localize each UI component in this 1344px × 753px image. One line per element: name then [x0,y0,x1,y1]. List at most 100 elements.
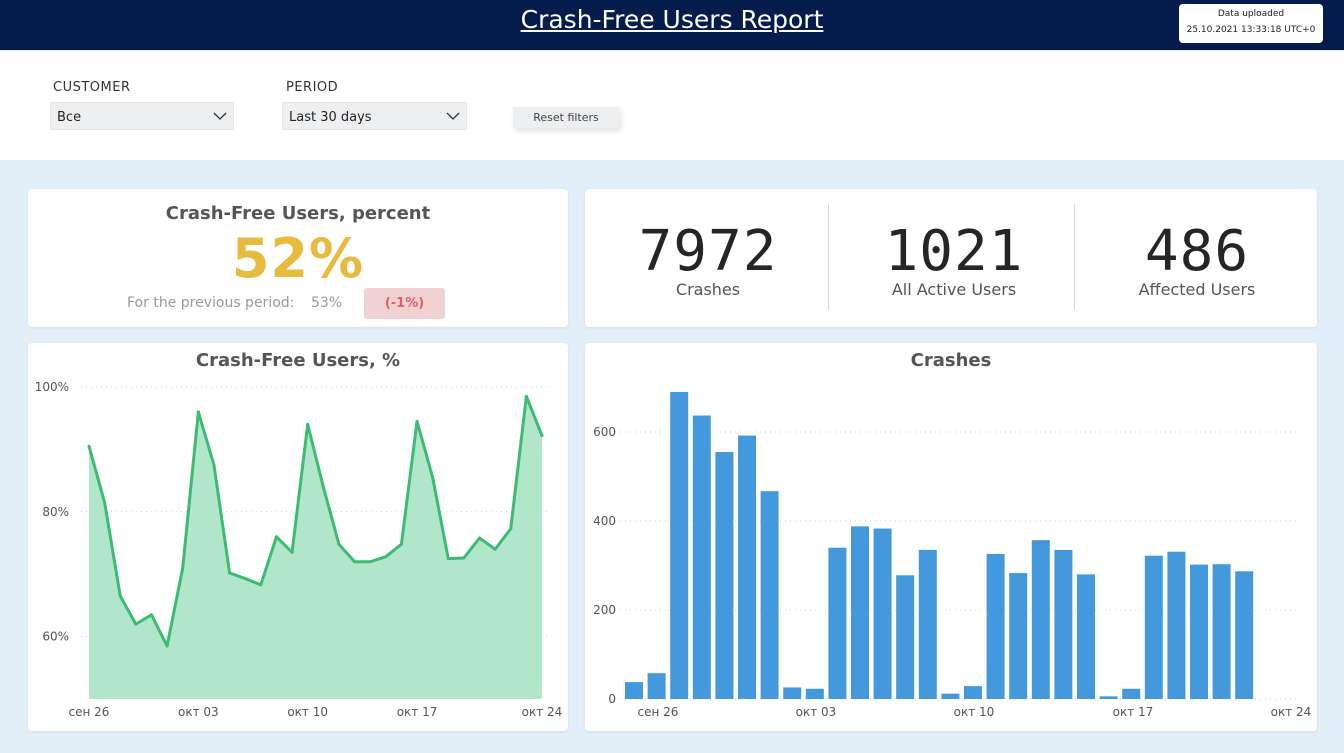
x-tick-label: окт 03 [178,705,219,719]
data-point [540,434,544,438]
bar [1212,564,1231,699]
bar [1235,571,1254,699]
chevron-down-icon [213,112,227,120]
kpi-active-users: 1021 All Active Users [843,219,1065,299]
kpi-label: Crashes [675,280,741,299]
bar [760,491,779,699]
bar [1144,555,1163,699]
divider [1074,204,1075,310]
data-point [462,556,466,560]
x-tick-label: сен 26 [638,705,679,719]
upload-time: 25.10.2021 13:33:18 UTC+0 [1186,25,1316,35]
crash-free-summary-card: Crash-Free Users, percent 52% For the pr… [28,189,568,327]
bar [918,549,937,699]
data-point [290,550,294,554]
y-tick-label: 100% [35,380,69,394]
header-bar: Crash-Free Users Report Data uploaded 25… [0,0,1344,50]
data-point [524,394,528,398]
data-point [103,500,107,504]
bar [1099,696,1118,699]
x-tick-label: сен 26 [69,705,110,719]
data-point [415,419,419,423]
kpi-value: 1021 [884,219,1024,284]
y-tick-label: 60% [42,630,69,644]
data-point [118,594,122,598]
crash-free-percent: 52% [231,227,365,290]
upload-label: Data uploaded [1217,9,1285,19]
data-point [306,422,310,426]
kpi-affected-users: 486 Affected Users [1087,219,1307,299]
bar [783,687,802,699]
data-point [446,557,450,561]
x-tick-label: окт 17 [1113,705,1154,719]
data-point [431,475,435,479]
x-tick-label: окт 24 [522,705,563,719]
bar [1031,540,1050,699]
customer-value: Все [57,110,82,125]
kpi-crashes: 7972 Crashes [598,219,818,299]
bar [1077,574,1095,699]
bar [1167,551,1186,699]
x-tick-label: окт 10 [287,705,328,719]
y-tick-label: 0 [608,692,616,706]
kpi-value: 486 [1144,219,1250,284]
data-point [493,547,497,551]
data-point [321,485,325,489]
period-select[interactable]: Last 30 days [282,102,467,130]
report-title[interactable]: Crash-Free Users Report [0,5,1344,34]
data-point [228,571,232,575]
bar [873,528,892,699]
data-point [259,583,263,587]
bar [986,553,1005,699]
bar [964,686,982,699]
data-point [384,555,388,559]
data-point [181,566,185,570]
bar [851,526,869,699]
data-point [165,644,169,648]
reset-filters-button[interactable]: Reset filters [513,107,619,128]
kpi-card: 7972 Crashes 1021 All Active Users 486 A… [585,189,1317,327]
x-tick-label: окт 24 [1271,705,1312,719]
data-point [243,577,247,581]
bar [1009,573,1028,699]
customer-label: CUSTOMER [53,80,131,95]
data-point [149,613,153,617]
data-point [196,410,200,414]
kpi-label: All Active Users [891,280,1017,299]
period-label: PERIOD [286,80,339,95]
summary-title: Crash-Free Users, percent [165,203,431,224]
data-point [478,536,482,540]
bar [625,682,643,699]
y-tick-label: 600 [593,425,616,439]
customer-select[interactable]: Все [50,102,234,130]
crashes-chart-card: Crashes 0 200 400 600 сен 26 окт 03 окт 10 окт … [585,343,1317,731]
x-tick-label: окт 10 [954,705,995,719]
kpi-value: 7972 [638,219,778,284]
bar [828,547,847,699]
data-point [212,463,216,467]
bar [1122,688,1141,699]
crash-free-chart-card: Crash-Free Users, % 60% 80% 100% сен 26 окт … [28,343,568,731]
bar [896,575,915,699]
bar [670,391,689,699]
x-tick-label: окт 03 [796,705,837,719]
bar [805,688,824,699]
delta-badge: (-1%) [364,288,445,319]
data-point [337,542,341,546]
data-uploaded-box: Data uploaded 25.10.2021 13:33:18 UTC+0 [1179,4,1323,43]
bar [1054,549,1073,699]
x-tick-label: окт 17 [397,705,438,719]
previous-period-label: For the previous period: [127,295,295,311]
bar [1190,564,1208,699]
crash-free-area-chart: 60% 80% 100% сен 26 окт 03 окт 10 окт 17 окт 24 [35,380,563,719]
bar [941,693,960,699]
bar [692,415,711,699]
data-point [368,560,372,564]
y-tick-label: 400 [593,514,616,528]
bar [715,452,734,699]
bar [738,435,756,699]
y-tick-label: 80% [42,505,69,519]
bar [647,673,666,699]
data-point [87,444,91,448]
kpi-label: Affected Users [1138,280,1256,299]
